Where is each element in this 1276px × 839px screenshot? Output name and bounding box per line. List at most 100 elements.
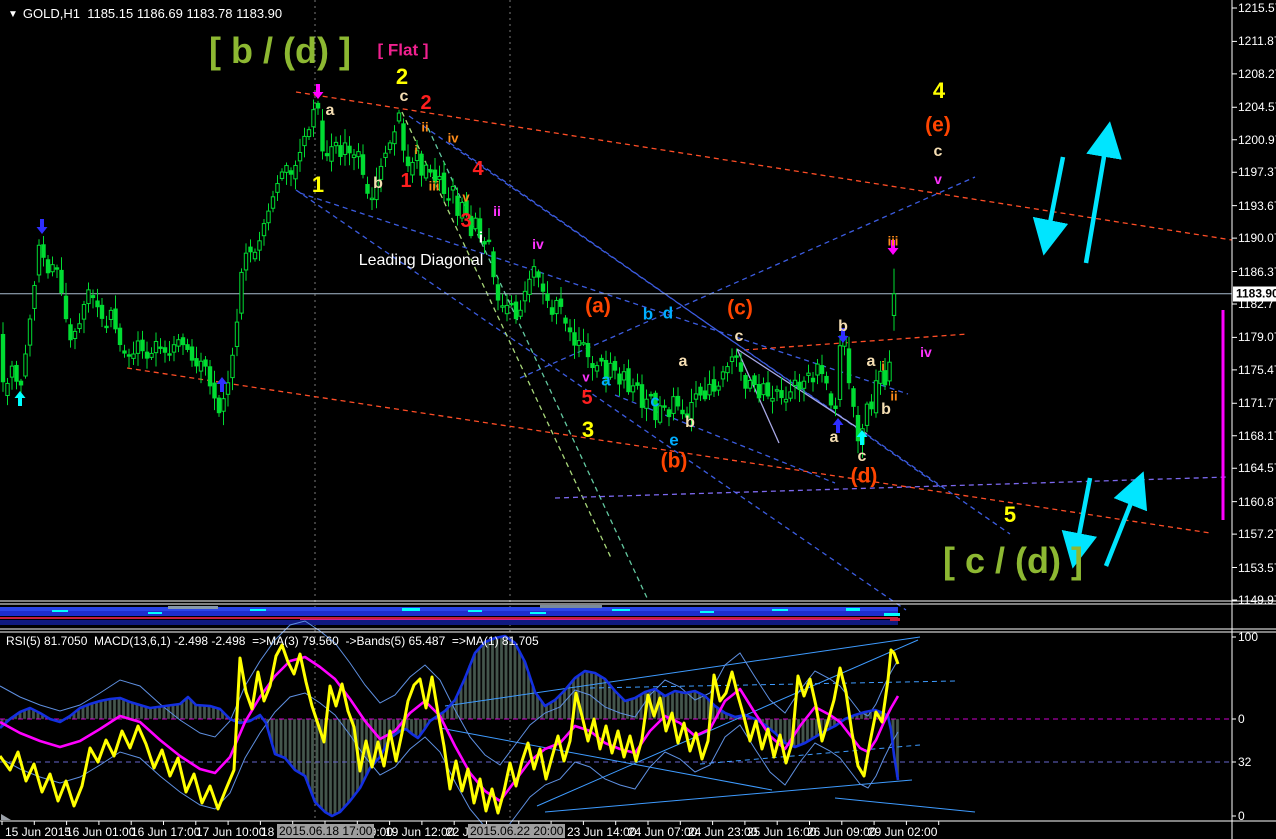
candle-body — [788, 391, 793, 399]
big-trend-arrow[interactable] — [1083, 121, 1122, 264]
histogram-bar — [607, 684, 612, 720]
wave-annotation[interactable]: (e) — [925, 115, 951, 136]
wave-annotation[interactable]: [ c / (d) ] — [943, 543, 1083, 579]
wave-annotation[interactable]: 4 — [933, 80, 945, 102]
wave-annotation[interactable]: ii — [890, 390, 897, 403]
histogram-bar — [139, 705, 144, 720]
wave-annotation[interactable]: a — [679, 354, 688, 370]
histogram-bar — [486, 640, 490, 720]
wave-annotation[interactable]: a — [601, 372, 610, 389]
wave-annotation[interactable]: b — [685, 415, 695, 431]
trendline[interactable] — [449, 142, 943, 489]
wave-annotation[interactable]: b — [881, 402, 891, 418]
wave-annotation[interactable]: 5 — [581, 388, 592, 408]
wave-annotation[interactable]: c — [934, 144, 943, 160]
candle-body — [122, 350, 127, 354]
trendline[interactable] — [554, 476, 1229, 499]
candle-body — [171, 344, 177, 353]
wave-annotation[interactable]: b — [838, 319, 848, 335]
wave-annotation[interactable]: a — [830, 430, 839, 446]
big-trend-arrow[interactable] — [1103, 471, 1148, 567]
candle-body — [77, 323, 82, 330]
candle-body — [765, 382, 771, 397]
candle-body — [797, 381, 802, 390]
candle-body — [590, 363, 595, 369]
wave-annotation[interactable]: i — [881, 360, 885, 373]
wave-annotation[interactable]: Leading Diagonal — [359, 253, 484, 269]
candle-body — [99, 304, 105, 319]
wave-annotation[interactable]: b — [373, 176, 383, 192]
indicator-trendline[interactable] — [699, 744, 921, 765]
trendline[interactable] — [743, 333, 969, 351]
candle-body — [248, 246, 253, 253]
histogram-bar — [810, 718, 814, 739]
wave-annotation[interactable]: i — [479, 231, 483, 246]
wave-annotation[interactable]: 1 — [400, 171, 411, 191]
chart-title-text: GOLD,H1 1185.15 1186.69 1183.78 1183.90 — [22, 6, 283, 21]
histogram-bar — [198, 705, 202, 720]
wave-annotation[interactable]: 3 — [582, 419, 594, 441]
histogram-bar — [103, 699, 108, 720]
wave-annotation[interactable]: 2 — [420, 93, 431, 113]
candle-body — [23, 353, 28, 377]
price-axis-label: 1175.47 — [1238, 362, 1276, 377]
wave-annotation[interactable]: v — [582, 371, 589, 384]
wave-annotation[interactable]: 2 — [396, 66, 408, 88]
candle-body — [18, 380, 24, 386]
wave-annotation[interactable]: [ Flat ] — [378, 42, 429, 59]
wave-annotation[interactable]: 4 — [472, 159, 483, 179]
wave-annotation[interactable]: iii — [429, 180, 440, 193]
wave-annotation[interactable]: e — [669, 432, 678, 449]
candle-body — [221, 398, 226, 412]
indicator-trendline[interactable] — [544, 779, 913, 813]
wave-annotation[interactable]: ii — [493, 204, 501, 218]
wave-annotation[interactable]: v — [934, 172, 942, 186]
histogram-bar — [504, 636, 508, 720]
wave-annotation[interactable]: a — [867, 354, 876, 370]
chart-canvas[interactable] — [0, 0, 1276, 839]
wave-annotation[interactable]: [ b / (d) ] — [209, 33, 351, 69]
time-axis-label: 19 Jun 12:00 — [385, 825, 455, 839]
wave-annotation[interactable]: (c) — [727, 298, 753, 319]
candle-body — [266, 210, 271, 224]
wave-annotation[interactable]: i — [414, 144, 417, 156]
wave-annotation[interactable]: (b) — [661, 451, 688, 472]
wave-annotation[interactable]: iv — [532, 237, 544, 251]
histogram-bar — [144, 706, 148, 720]
wave-annotation[interactable]: 1 — [312, 174, 324, 196]
wave-annotation[interactable]: d — [663, 305, 673, 322]
big-trend-arrow[interactable] — [1032, 156, 1069, 256]
candle-body — [563, 317, 568, 324]
wave-annotation[interactable]: iii — [888, 235, 899, 248]
candle-body — [725, 366, 730, 374]
histogram-bar — [702, 695, 706, 720]
wave-annotation[interactable]: (a) — [585, 296, 611, 317]
arrow-down-icon — [36, 219, 48, 234]
collapse-triangle-icon[interactable]: ▼ — [8, 9, 18, 20]
candle-body — [671, 396, 676, 414]
indicator-trendline[interactable] — [439, 727, 773, 791]
strip-segment — [0, 607, 898, 611]
wave-annotation[interactable]: c — [735, 329, 744, 345]
indicator-trendline[interactable] — [834, 797, 976, 813]
candle-body — [302, 135, 307, 147]
wave-annotation[interactable]: iv — [448, 132, 459, 145]
wave-annotation[interactable]: b — [643, 306, 653, 323]
wave-annotation[interactable]: a — [326, 103, 335, 119]
histogram-bar — [126, 701, 130, 720]
wave-annotation[interactable]: iv — [920, 345, 932, 359]
wave-annotation[interactable]: 3 — [460, 211, 471, 231]
wave-annotation[interactable]: ii — [421, 121, 428, 134]
indicator-trendline[interactable] — [589, 680, 956, 689]
resize-grip-icon[interactable] — [1, 814, 11, 820]
time-axis-label: 26 Jun 09:00 — [807, 825, 877, 839]
wave-annotation[interactable]: 5 — [1004, 504, 1016, 526]
strip-segment — [148, 612, 162, 614]
price-axis-label: 1200.97 — [1238, 132, 1276, 147]
wave-annotation[interactable]: (d) — [851, 466, 878, 487]
wave-annotation[interactable]: c — [650, 393, 659, 410]
wave-annotation[interactable]: v — [462, 191, 469, 204]
candle-body — [491, 251, 496, 278]
wave-annotation[interactable]: c — [858, 449, 867, 465]
wave-annotation[interactable]: c — [400, 89, 409, 105]
